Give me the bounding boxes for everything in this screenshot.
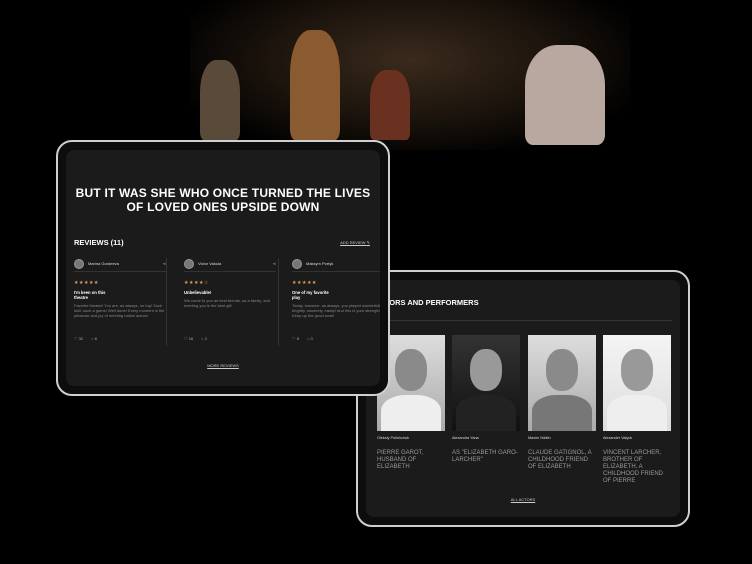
add-review-button[interactable]: ADD REVIEW ✎ (340, 240, 370, 245)
review-text: Today, however, as always, you played wo… (292, 303, 380, 318)
actor-photo (452, 335, 520, 431)
actor-role: Pierre Garot, husband of Elizabeth (377, 450, 424, 470)
actor-name: Maxim Nikitin (528, 436, 551, 440)
stage-photo (190, 0, 630, 150)
all-actors-link[interactable]: ALL ACTORS (366, 497, 680, 502)
avatar (292, 258, 302, 269)
actor-card[interactable]: Alexander Valyuk Vincent Larcher, brother… (603, 335, 671, 485)
review-card: Maksym Portyk⋖ ★★★★★ One of my favorite … (292, 258, 380, 348)
review-card: Victor Vakula ⋖ ★★★★☆ Unbelievable! We co… (184, 258, 276, 348)
rating-stars: ★★★★★ (74, 280, 99, 286)
actor-role: as "Elizabeth Garo-Larcher" (452, 450, 518, 463)
review-author: Victor Vakula (198, 261, 222, 266)
share-icon[interactable]: ⋖ (163, 261, 166, 266)
review-title: Unbelievable! (184, 290, 212, 295)
comment-button[interactable]: ○ 0 (307, 336, 313, 341)
actor-name: Alexander Valyuk (603, 436, 633, 440)
like-button[interactable]: ♡ 8 (292, 336, 299, 341)
like-count: 32 (78, 336, 84, 341)
more-reviews-link[interactable]: MORE REVIEWS (66, 363, 380, 368)
avatar (74, 258, 84, 269)
review-text: Favorite theater! You are, as always, on… (74, 303, 165, 318)
actor-name: Oleksiy Polishchuk (377, 436, 409, 440)
rating-stars: ★★★★☆ (184, 280, 209, 286)
review-text: We come to you as best friends, as a fam… (184, 298, 270, 308)
actor-name: Alexandra Yana (452, 436, 479, 440)
tablet-reviews: BUT IT WAS SHE WHO ONCE TURNED THE LIVES… (56, 140, 390, 396)
actor-card[interactable]: Maxim Nikitin Claude Gatignol, a childhoo… (528, 335, 596, 471)
tablet-actors: ACTORS AND PERFORMERS Oleksiy Polishchuk… (356, 270, 690, 527)
reviews-title: REVIEWS (11) (74, 238, 124, 247)
review-title: One of my favorite play (292, 290, 329, 300)
review-card: Marina Gordeeva ⋖ ★★★★★ I'm keen on this … (74, 258, 166, 348)
actor-role: Claude Gatignol, a childhood friend of E… (528, 450, 592, 470)
avatar (184, 258, 194, 269)
like-button[interactable]: ♡ 16 (184, 336, 193, 341)
actor-photo (528, 335, 596, 431)
review-author: Maksym Portyk (306, 261, 334, 266)
comment-button[interactable]: ○ 6 (91, 336, 97, 341)
add-review-label: ADD REVIEW (340, 240, 366, 245)
comment-count: 6 (94, 336, 97, 341)
comment-button[interactable]: ○ 2 (201, 336, 207, 341)
review-title: I'm keen on this theatre (74, 290, 106, 300)
divider (166, 258, 167, 346)
review-author: Marina Gordeeva (88, 261, 119, 266)
pencil-icon: ✎ (366, 240, 370, 245)
comment-count: 2 (204, 336, 207, 341)
headline: BUT IT WAS SHE WHO ONCE TURNED THE LIVES… (75, 186, 371, 214)
actor-card[interactable]: Alexandra Yana as "Elizabeth Garo-Larcher… (452, 335, 520, 464)
comment-count: 0 (310, 336, 313, 341)
share-icon[interactable]: ⋖ (273, 261, 276, 266)
rating-stars: ★★★★★ (292, 280, 317, 286)
actor-photo (603, 335, 671, 431)
like-count: 16 (188, 336, 194, 341)
divider (374, 320, 672, 321)
like-count: 8 (296, 336, 299, 341)
like-button[interactable]: ♡ 32 (74, 336, 83, 341)
divider (278, 258, 279, 346)
actor-role: Vincent Larcher, brother of Elizabeth, a… (603, 450, 664, 484)
